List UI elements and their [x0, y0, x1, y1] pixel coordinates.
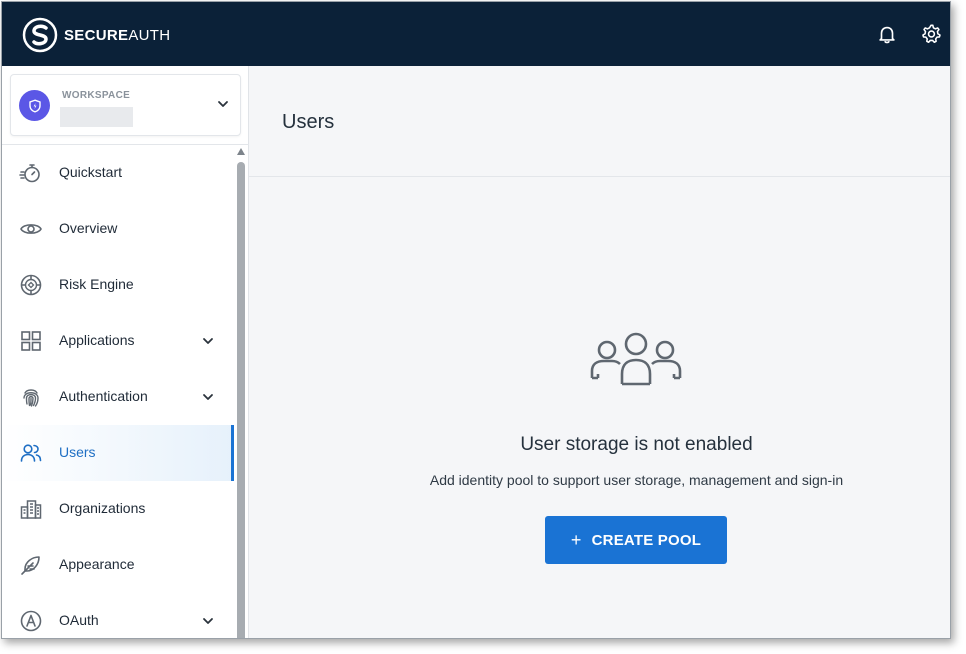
workspace-name [60, 107, 133, 127]
plus-icon: + [570, 529, 582, 550]
secureauth-logo[interactable]: SECUREAUTH [22, 17, 170, 53]
create-pool-label: CREATE POOL [591, 531, 702, 549]
sidebar-item-users[interactable]: Users [2, 425, 234, 481]
page-title: Users [282, 111, 335, 133]
secureauth-logo-icon [22, 17, 58, 53]
brand-name: SECUREAUTH [64, 26, 171, 44]
building-icon [20, 500, 42, 519]
sidebar-item-oauth[interactable]: OAuth [2, 593, 234, 638]
sidebar-item-organizations[interactable]: Organizations [2, 481, 234, 537]
workspace-selector[interactable]: WORKSPACE [10, 74, 241, 136]
feather-icon [21, 556, 40, 575]
sidebar-item-label: OAuth [59, 612, 99, 628]
shield-icon [28, 98, 41, 113]
scrollbar-thumb[interactable] [237, 162, 245, 638]
stopwatch-icon [19, 164, 40, 183]
eye-icon [20, 224, 42, 234]
chevron-down-icon[interactable] [201, 334, 215, 348]
empty-state-description: Add identity pool to support user storag… [429, 472, 844, 488]
oauth-icon [20, 610, 42, 632]
sidebar: WORKSPACE Quickstart Overview Risk Engin… [2, 66, 249, 638]
bell-icon[interactable] [876, 23, 898, 45]
sidebar-item-label: Organizations [59, 500, 146, 516]
chevron-down-icon[interactable] [201, 614, 215, 628]
sidebar-item-overview[interactable]: Overview [2, 201, 234, 257]
sidebar-item-label: Quickstart [59, 164, 123, 180]
sidebar-item-appearance[interactable]: Appearance [2, 537, 234, 593]
sidebar-item-label: Overview [59, 220, 118, 236]
risk-engine-icon [20, 274, 42, 296]
gear-icon[interactable] [920, 23, 942, 45]
users-group-icon [590, 332, 682, 386]
workspace-label: WORKSPACE [62, 90, 131, 101]
fingerprint-icon [23, 389, 39, 407]
sidebar-item-label: Risk Engine [59, 276, 134, 292]
top-bar: SECUREAUTH [2, 2, 950, 66]
sidebar-scrollbar[interactable] [236, 146, 246, 638]
chevron-down-icon[interactable] [216, 97, 230, 111]
sidebar-item-label: Authentication [59, 388, 148, 404]
header-divider [249, 176, 950, 177]
workspace-avatar [19, 90, 50, 121]
sidebar-item-quickstart[interactable]: Quickstart [2, 145, 234, 201]
sidebar-item-applications[interactable]: Applications [2, 313, 234, 369]
sidebar-item-risk-engine[interactable]: Risk Engine [2, 257, 234, 313]
sidebar-nav: Quickstart Overview Risk Engine Applicat… [2, 145, 234, 638]
create-pool-button[interactable]: + CREATE POOL [545, 516, 727, 564]
chevron-down-icon[interactable] [201, 390, 215, 404]
sidebar-item-label: Applications [59, 332, 135, 348]
main-content: Users User storage is not enabled Add id… [249, 66, 950, 638]
sidebar-item-label: Users [59, 444, 96, 460]
app-window: SECUREAUTH WORKSPACE Quickstart Overview… [1, 1, 951, 639]
scroll-up-arrow-icon[interactable] [237, 148, 245, 155]
users-icon [20, 444, 42, 462]
sidebar-item-label: Appearance [59, 556, 135, 572]
empty-state-title: User storage is not enabled [520, 434, 753, 455]
sidebar-item-authentication[interactable]: Authentication [2, 369, 234, 425]
grid-icon [21, 331, 41, 351]
